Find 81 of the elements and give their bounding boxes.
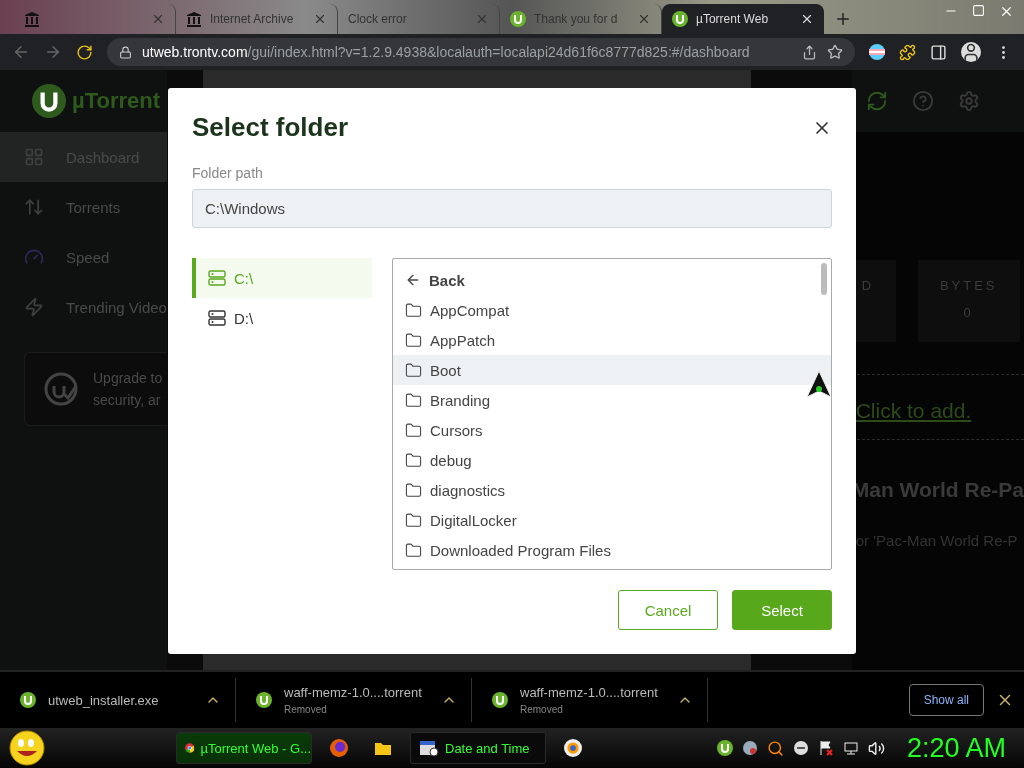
scrollbar[interactable] <box>821 263 827 295</box>
drive-item[interactable]: D:\ <box>192 298 372 338</box>
star-icon[interactable] <box>827 44 843 60</box>
folder-item[interactable]: Downloaded Program Files <box>393 535 831 565</box>
folder-item[interactable]: Boot <box>393 355 831 385</box>
download-status: Removed <box>520 704 564 715</box>
folder-icon <box>405 481 422 499</box>
gauge-icon <box>24 247 44 267</box>
file-name: waff-memz-1.0....torrent <box>284 685 423 700</box>
folder-item[interactable]: AppPatch <box>393 325 831 355</box>
profile-icon[interactable] <box>961 42 981 62</box>
close-icon[interactable] <box>800 12 814 26</box>
smiley-icon[interactable] <box>8 730 46 766</box>
folder-icon <box>405 511 422 529</box>
flag-icon[interactable] <box>869 44 885 60</box>
file-name: utweb_installer.exe <box>48 692 160 708</box>
side-panel-icon[interactable] <box>930 43 947 61</box>
back-icon[interactable] <box>12 43 30 61</box>
utorrent-icon <box>256 692 272 708</box>
bolt-icon <box>24 297 44 317</box>
forward-icon[interactable] <box>44 43 62 61</box>
browser-icon <box>330 739 348 757</box>
field-label: Folder path <box>192 165 264 181</box>
folder-icon <box>405 301 422 319</box>
restore-icon[interactable] <box>972 4 985 17</box>
folder-icon <box>405 331 422 349</box>
cursor-icon <box>806 370 832 398</box>
folder-item[interactable]: Cursors <box>393 415 831 445</box>
download-item[interactable]: waff-memz-1.0....torrent Removed <box>236 678 472 722</box>
utorrent-icon <box>672 11 688 27</box>
utorrent-icon <box>716 740 733 756</box>
clock-text[interactable]: 2:20 AM <box>906 732 1006 764</box>
calendar-icon <box>419 739 439 757</box>
grid-icon <box>24 147 44 167</box>
lock-icon <box>119 45 132 59</box>
folder-icon <box>405 361 422 379</box>
folder-item[interactable]: AppCompat <box>393 295 831 325</box>
folder-item[interactable]: DigitalLocker <box>393 505 831 535</box>
folder-icon <box>405 421 422 439</box>
file-name: waff-memz-1.0....torrent <box>520 685 659 700</box>
folder-icon <box>405 541 422 559</box>
show-all-button[interactable]: Show all <box>908 684 984 716</box>
dialog-title: Select folder <box>192 112 349 143</box>
volume-icon[interactable] <box>867 739 885 757</box>
download-item[interactable]: waff-memz-1.0....torrent Removed <box>472 678 708 722</box>
new-tab-icon[interactable] <box>834 10 852 28</box>
download-status: Removed <box>284 704 328 715</box>
folder-item[interactable]: debug <box>393 445 831 475</box>
taskbar-button[interactable]: Date and Time <box>410 732 546 764</box>
taskbar-button[interactable]: µTorrent Web - G... <box>176 732 312 764</box>
building-icon <box>186 11 202 27</box>
folder-item[interactable]: Branding <box>393 385 831 415</box>
logo-text: µTorrent <box>72 88 161 114</box>
badge-icon <box>43 371 79 407</box>
search-icon[interactable] <box>766 739 784 757</box>
drive-icon <box>208 270 226 286</box>
browser-tab[interactable]: µTorrent Web <box>662 4 824 34</box>
address-bar[interactable]: utweb.trontv.com/gui/index.html?v=1.2.9.4938&localauth=localapi24d61f6c8777d825:#/dashboard <box>107 38 855 66</box>
back-item[interactable]: Back <box>393 265 831 295</box>
folder-path-field[interactable]: C:\Windows <box>192 189 832 228</box>
logo-icon <box>32 84 66 118</box>
folder-icon <box>405 451 422 469</box>
flag-icon[interactable] <box>817 740 834 756</box>
utorrent-icon <box>492 692 508 708</box>
browser-icon <box>185 740 195 756</box>
folder-item[interactable]: diagnostics <box>393 475 831 505</box>
share-icon[interactable] <box>802 44 817 60</box>
status-icon[interactable] <box>792 740 809 756</box>
folder-icon <box>374 740 392 756</box>
drive-icon <box>208 310 226 326</box>
building-icon <box>24 11 40 27</box>
utorrent-icon <box>20 692 36 708</box>
browser-icon <box>564 739 582 757</box>
back-icon <box>405 272 421 288</box>
upgrade-text: Upgrade to security, ar <box>93 369 163 410</box>
utorrent-icon <box>510 11 526 27</box>
extensions-icon[interactable] <box>899 43 916 61</box>
folder-icon <box>405 391 422 409</box>
arrows-icon <box>24 197 44 217</box>
download-item[interactable]: utweb_installer.exe <box>0 678 236 722</box>
reload-icon[interactable] <box>76 43 93 61</box>
